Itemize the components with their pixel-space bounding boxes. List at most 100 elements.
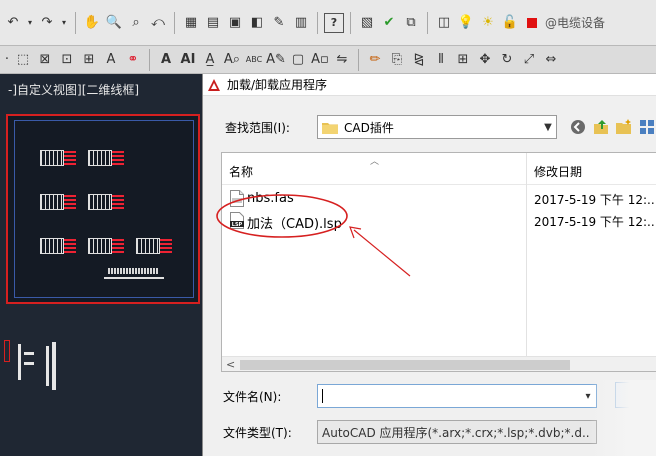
file-type-value: AutoCAD 应用程序(*.arx;*.crx;*.lsp;*.dvb;*.d… <box>322 425 590 440</box>
fas-file-icon <box>230 190 244 207</box>
erase-icon[interactable]: ✏ <box>365 50 385 70</box>
column-divider[interactable] <box>526 153 527 371</box>
palette-tools-group: ▦ ▤ ▣ ◧ ✎ ▥ <box>178 0 314 45</box>
justify-text-icon[interactable]: A▫ <box>310 50 330 70</box>
calculator-icon[interactable]: ▥ <box>291 13 311 33</box>
file-name-label: 文件名(N): <box>223 389 282 404</box>
zoom-window-icon[interactable]: ⌕ <box>126 13 146 33</box>
spell-check-icon[interactable]: ABC <box>244 50 264 70</box>
object-snap-settings-icon[interactable]: ⚭ <box>123 50 143 70</box>
toolbar-separator <box>75 11 76 34</box>
edge-fade <box>590 380 656 456</box>
zoom-realtime-icon[interactable]: 🔍 <box>104 13 124 33</box>
stretch-icon[interactable]: ⇔ <box>541 50 561 70</box>
design-center-icon[interactable]: ▤ <box>203 13 223 33</box>
block-icon[interactable]: ⊞ <box>79 50 99 70</box>
equipment-symbol <box>88 146 124 170</box>
convert-text-icon[interactable]: ⇋ <box>332 50 352 70</box>
layer-previous-icon[interactable]: ⧉ <box>401 13 421 33</box>
views-grid-icon[interactable] <box>636 116 656 138</box>
look-in-dropdown[interactable]: CAD插件 ▼ <box>317 115 557 139</box>
pan-icon[interactable]: ✋ <box>82 13 102 33</box>
offset-icon[interactable]: ⫴ <box>431 50 451 70</box>
scroll-left-icon[interactable]: < <box>226 358 235 371</box>
drawing-area[interactable]: -]自定义视图][二维线框] <box>0 74 204 456</box>
copy-icon[interactable]: ⎘ <box>387 50 407 70</box>
modify-group: ✏ ⎘ ⧎ ⫴ ⊞ ✥ ↻ ⤢ ⇔ <box>362 46 564 73</box>
snap-tracking-icon[interactable]: · <box>3 50 11 70</box>
viewport-label[interactable]: -]自定义视图][二维线框] <box>0 80 204 100</box>
multiline-text-icon[interactable]: A <box>156 50 176 70</box>
folder-icon <box>322 121 338 134</box>
equipment-symbol <box>88 190 124 214</box>
scale-text-icon[interactable]: ▢ <box>288 50 308 70</box>
column-header-name[interactable]: 名称 <box>229 163 253 180</box>
dialog-title: 加载/卸载应用程序 <box>227 78 328 92</box>
scrollbar-thumb[interactable] <box>240 360 570 370</box>
layer-states-icon[interactable]: ◫ <box>434 13 454 33</box>
layer-name[interactable]: @电缆设备 <box>545 14 605 31</box>
layer-control-group: ◫ 💡 ☀ 🔓 @电缆设备 <box>431 0 607 45</box>
node-snap-icon[interactable]: ⊡ <box>57 50 77 70</box>
look-in-label: 查找范围(I): <box>225 120 290 135</box>
look-in-row: 查找范围(I): <box>225 114 290 140</box>
dialog-title-bar[interactable]: 加载/卸载应用程序 <box>203 74 656 96</box>
text-group: A AI A̲ A⌕ ABC A✎ ▢ A▫ ⇋ <box>153 46 355 73</box>
tool-palettes-icon[interactable]: ▣ <box>225 13 245 33</box>
zoom-previous-icon[interactable]: ⤺ <box>148 13 168 33</box>
chevron-down-icon[interactable]: ▼ <box>540 116 556 138</box>
properties-icon[interactable]: ▦ <box>181 13 201 33</box>
layer-on-bulb-icon[interactable]: 💡 <box>456 13 476 33</box>
drawing-frame <box>6 114 200 304</box>
edit-text-icon[interactable]: A̲ <box>200 50 220 70</box>
insertion-snap-icon[interactable]: ⊠ <box>35 50 55 70</box>
text-style-icon[interactable]: A✎ <box>266 50 286 70</box>
snap-group: · ⬚ ⊠ ⊡ ⊞ A ⚭ <box>0 46 146 73</box>
extension-snap-icon[interactable]: ⬚ <box>13 50 33 70</box>
sort-ascending-icon: ︿ <box>370 157 380 167</box>
move-icon[interactable]: ✥ <box>475 50 495 70</box>
array-icon[interactable]: ⊞ <box>453 50 473 70</box>
file-list[interactable]: ︿ 名称 修改日期 nbs.fas 2017-5-19 下午 12:.. LSP… <box>221 152 656 372</box>
layer-properties-icon[interactable]: ▧ <box>357 13 377 33</box>
back-icon[interactable] <box>567 116 589 138</box>
column-header-modified[interactable]: 修改日期 <box>534 163 582 180</box>
help-icon[interactable]: ? <box>324 12 344 33</box>
equipment-symbol <box>40 190 76 214</box>
layer-lock-icon[interactable]: 🔓 <box>500 13 520 33</box>
undo-icon[interactable]: ↶ <box>3 13 23 33</box>
new-folder-icon[interactable] <box>613 116 635 138</box>
layer-thaw-sun-icon[interactable]: ☀ <box>478 13 498 33</box>
layer-color-swatch[interactable] <box>522 13 542 33</box>
rotate-icon[interactable]: ↻ <box>497 50 517 70</box>
redo-dropdown-icon[interactable]: ▾ <box>59 13 69 33</box>
toolbar-separator <box>174 11 175 34</box>
horizontal-scrollbar[interactable]: < <box>222 356 656 371</box>
undo-dropdown-icon[interactable]: ▾ <box>25 13 35 33</box>
markup-icon[interactable]: ✎ <box>269 13 289 33</box>
up-folder-icon[interactable] <box>590 116 612 138</box>
redo-icon[interactable]: ↷ <box>37 13 57 33</box>
equipment-symbol <box>40 146 76 170</box>
file-type-row: 文件类型(T): <box>223 420 292 444</box>
make-current-icon[interactable]: ✔ <box>379 13 399 33</box>
file-type-dropdown[interactable]: AutoCAD 应用程序(*.arx;*.crx;*.lsp;*.dvb;*.d… <box>317 420 597 444</box>
toolbar-separator <box>149 48 150 71</box>
scale-icon[interactable]: ⤢ <box>519 50 539 70</box>
mirror-icon[interactable]: ⧎ <box>409 50 429 70</box>
file-name: nbs.fas <box>247 191 294 206</box>
find-text-icon[interactable]: A⌕ <box>222 50 242 70</box>
svg-text:LSP: LSP <box>232 222 243 228</box>
file-type-label: 文件类型(T): <box>223 425 292 440</box>
sheet-set-icon[interactable]: ◧ <box>247 13 267 33</box>
toolbar-separator <box>317 11 318 34</box>
file-row-addition-lsp[interactable]: LSP 加法（CAD).lsp 2017-5-19 下午 12:.. <box>222 209 656 232</box>
attribute-icon[interactable]: A <box>101 50 121 70</box>
file-name-field[interactable]: ▾ <box>317 384 597 408</box>
file-name-input[interactable] <box>323 387 580 405</box>
equipment-symbol <box>88 234 124 258</box>
file-row-nbs-fas[interactable]: nbs.fas 2017-5-19 下午 12:.. <box>222 187 656 209</box>
single-line-text-icon[interactable]: AI <box>178 50 198 70</box>
file-name-row: 文件名(N): <box>223 384 281 408</box>
layer-group: ▧ ✔ ⧉ <box>354 0 424 45</box>
